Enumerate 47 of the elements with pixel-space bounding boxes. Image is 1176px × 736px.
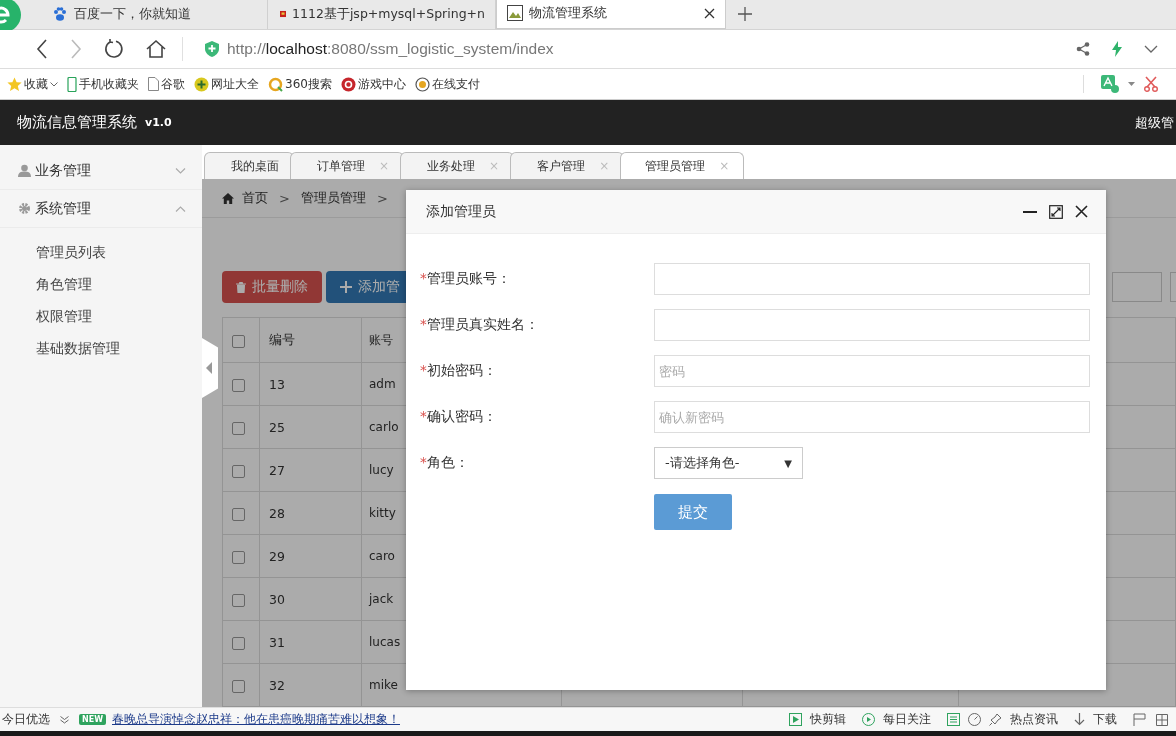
table-cell: 28 [259,491,362,535]
table-cell: 30 [259,577,362,621]
table-cell: 13 [259,362,362,406]
browser-tab[interactable]: 物流管理系统 [496,0,726,29]
field-label: *管理员真实姓名： [420,316,540,334]
bookmark-item[interactable]: 360搜索 [268,75,332,93]
breadcrumb-link[interactable]: 首页 [242,189,268,207]
status-item[interactable]: 每日关注 [862,711,931,728]
field-label: *初始密码： [420,362,498,380]
page-tab[interactable]: 管理员管理 × [620,152,745,179]
column-header: 编号 [259,317,362,363]
bookmark-item[interactable]: 游戏中心 [340,75,406,93]
dialog-title: 添加管理员 [426,202,496,221]
bookmark-item[interactable]: 在线支付 [414,75,480,93]
field-label: *确认密码： [420,408,498,426]
bookmark-item[interactable]: 手机收藏夹 [67,75,139,93]
field-label: *角色： [420,454,470,472]
bookmark-item[interactable]: 谷歌 [148,75,185,93]
bookmark-item[interactable]: 网址大全 [194,75,259,93]
table-cell: 32 [259,663,362,707]
new-badge: NEW [79,714,106,725]
breadcrumb-link[interactable]: 管理员管理 [300,189,366,207]
browser-tab[interactable]: 百度一下，你就知道 [40,0,268,29]
breadcrumb-separator: > [279,190,290,206]
table-cell: 31 [259,620,362,664]
url-field[interactable]: http://localhost:8080/ssm_logistic_system/index [227,40,554,58]
news-link[interactable]: 春晚总导演悼念赵忠祥：他在患癌晚期痛苦难以想象！ [112,711,400,728]
status-item[interactable]: 快剪辑 [789,711,846,728]
role-select[interactable]: -请选择角色- ▼ [654,447,803,479]
breadcrumb-separator: > [376,190,388,206]
input-field[interactable]: 密码 [654,355,1090,387]
sidebar-subitem[interactable]: 基础数据管理 [0,332,202,364]
status-label: 今日优选 [2,711,50,728]
status-item[interactable]: 热点资讯 [947,711,1058,728]
bookmark-item[interactable]: 收藏 [7,75,58,93]
sidebar-subitem[interactable]: 管理员列表 [0,236,202,268]
app-title: 物流信息管理系统 [17,113,137,132]
input-field[interactable]: 确认新密码 [654,401,1090,433]
sidebar-subitem[interactable]: 权限管理 [0,300,202,332]
version-label: v1.0 [145,116,172,129]
table-cell: 29 [259,534,362,578]
table-cell: 25 [259,405,362,449]
table-cell: 27 [259,448,362,492]
user-menu[interactable]: 超级管 [1135,113,1174,132]
sidebar-item[interactable]: 业务管理 [0,152,202,190]
status-item[interactable]: 下载 [1074,711,1117,728]
sidebar-subitem[interactable]: 角色管理 [0,268,202,300]
